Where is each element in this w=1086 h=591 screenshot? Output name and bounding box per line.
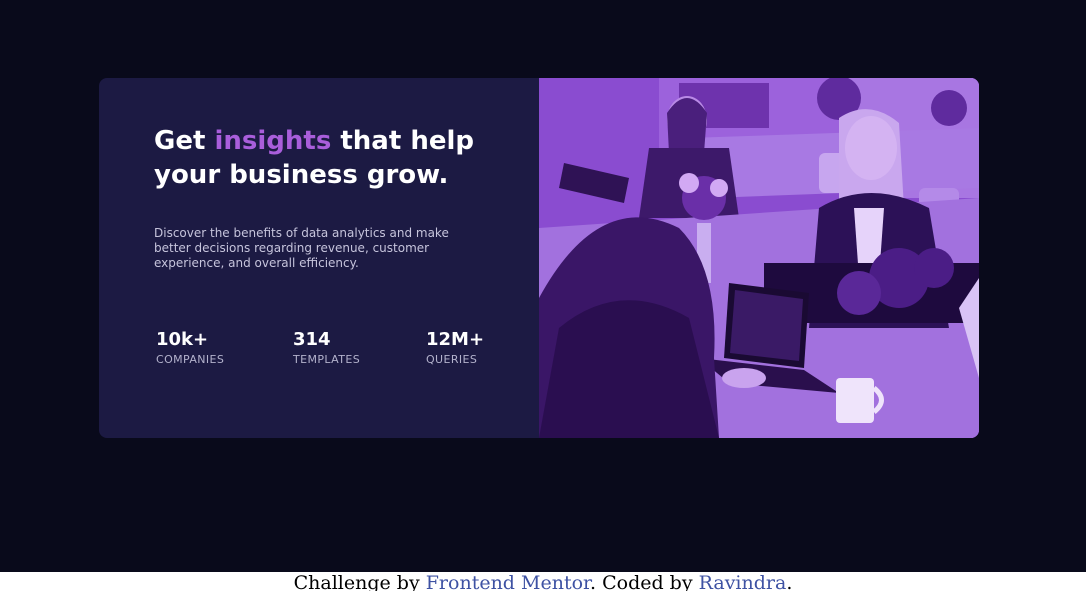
card-text-panel: Get insights that help your business gro… [99,78,539,438]
headline-prefix: Get [154,126,215,156]
office-photo [539,78,979,438]
stat-value: 314 [293,329,331,350]
stat-label: COMPANIES [156,353,225,366]
attribution: Challenge by Frontend Mentor. Coded by R… [0,572,1086,591]
stats-preview-card: Get insights that help your business gro… [99,78,979,438]
stat-queries: 12M+ QUERIES [426,328,484,367]
headline-highlight: insights [214,126,332,156]
stat-value: 10k+ [156,329,209,350]
stat-templates: 314 TEMPLATES [293,328,360,367]
attribution-text: . [786,572,793,591]
stat-label: TEMPLATES [293,353,361,366]
stat-label: QUERIES [426,353,478,366]
stat-value: 12M+ [426,329,485,350]
author-link[interactable]: Ravindra [699,572,787,591]
attribution-text: Challenge by [293,572,426,591]
stat-companies: 10k+ COMPANIES [156,328,224,367]
card-headline: Get insights that help your business gro… [154,124,494,192]
card-description: Discover the benefits of data analytics … [154,226,449,270]
attribution-text: . Coded by [590,572,699,591]
office-photo-illustration [539,78,979,438]
frontend-mentor-link[interactable]: Frontend Mentor [426,572,590,591]
